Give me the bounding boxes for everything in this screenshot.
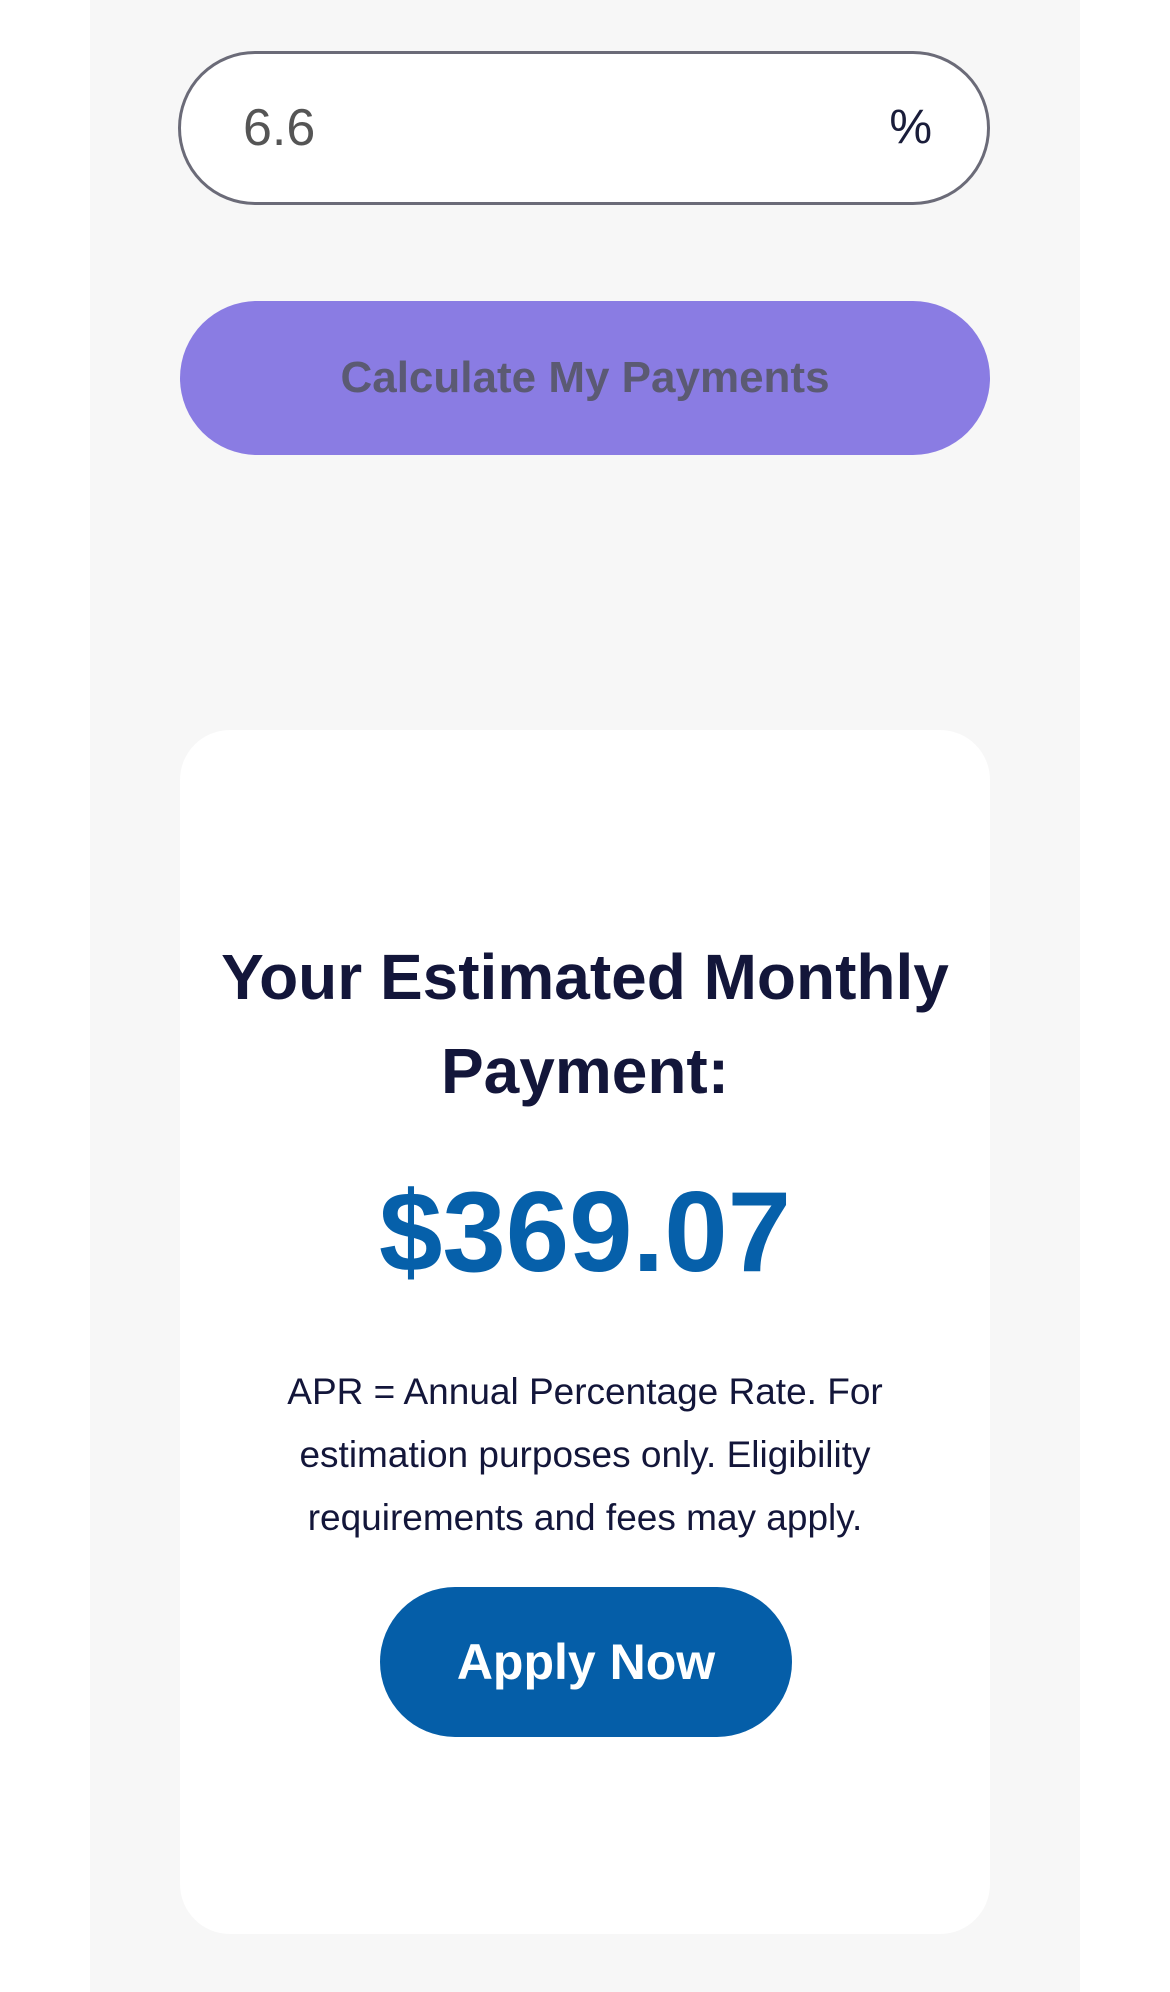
interest-rate-input[interactable]: 6.6 % — [178, 51, 990, 205]
percent-unit-label: % — [889, 101, 932, 154]
result-title: Your Estimated Monthly Payment: — [221, 941, 949, 1107]
page-column: 6.6 % Calculate My Payments Your Estimat… — [90, 0, 1080, 1992]
monthly-payment-amount: $369.07 — [378, 1169, 792, 1296]
interest-rate-value[interactable]: 6.6 — [243, 54, 315, 202]
apr-disclaimer: APR = Annual Percentage Rate. For estima… — [287, 1371, 883, 1538]
apply-now-button[interactable]: Apply Now — [380, 1587, 792, 1737]
result-card: Your Estimated Monthly Payment: $369.07 … — [180, 730, 990, 1934]
calculate-payments-button[interactable]: Calculate My Payments — [180, 301, 990, 455]
